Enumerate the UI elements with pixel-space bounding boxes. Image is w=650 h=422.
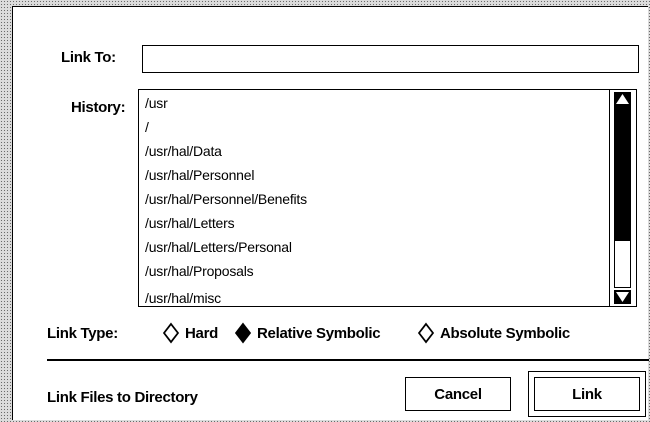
filled-diamond-icon — [235, 322, 251, 344]
history-item[interactable]: /usr/hal/Personnel — [145, 167, 254, 183]
status-text: Link Files to Directory — [47, 389, 198, 406]
history-item[interactable]: /usr — [145, 95, 168, 111]
history-item[interactable]: /usr/hal/Letters — [145, 215, 235, 231]
scroll-track[interactable] — [614, 240, 631, 288]
scroll-thumb[interactable] — [614, 106, 631, 240]
link-type-label: Link Type: — [47, 325, 118, 342]
link-type-hard-radio[interactable]: Hard — [163, 322, 218, 344]
history-item[interactable]: /usr/hal/Letters/Personal — [145, 239, 292, 255]
history-item[interactable]: / — [145, 119, 149, 135]
link-type-absolute-symbolic-radio[interactable]: Absolute Symbolic — [418, 322, 570, 344]
hollow-diamond-icon — [163, 322, 179, 344]
history-item[interactable]: /usr/hal/Personnel/Benefits — [145, 191, 307, 207]
history-item[interactable]: /usr/hal/Data — [145, 143, 222, 159]
cancel-button[interactable]: Cancel — [405, 377, 511, 411]
history-item[interactable]: /usr/hal/Proposals — [145, 263, 254, 279]
link-type-relative-symbolic-radio[interactable]: Relative Symbolic — [235, 322, 381, 344]
history-label: History: — [71, 99, 126, 116]
link-to-input[interactable] — [142, 45, 639, 73]
hollow-diamond-icon — [418, 322, 434, 344]
scroll-down-arrow-icon[interactable] — [614, 290, 631, 304]
history-scrollbar[interactable] — [609, 89, 637, 307]
scroll-up-arrow-icon[interactable] — [614, 92, 631, 106]
link-type-relative-symbolic-label: Relative Symbolic — [257, 324, 381, 342]
separator — [47, 359, 649, 361]
link-button[interactable]: Link — [534, 377, 640, 411]
history-item[interactable]: /usr/hal/misc — [145, 290, 221, 306]
link-dialog: Link To: History: /usr / /usr/hal/Data /… — [12, 6, 649, 420]
link-to-label: Link To: — [61, 49, 116, 66]
link-type-absolute-symbolic-label: Absolute Symbolic — [440, 324, 570, 342]
link-type-hard-label: Hard — [185, 324, 218, 342]
history-list[interactable]: /usr / /usr/hal/Data /usr/hal/Personnel … — [138, 89, 609, 307]
